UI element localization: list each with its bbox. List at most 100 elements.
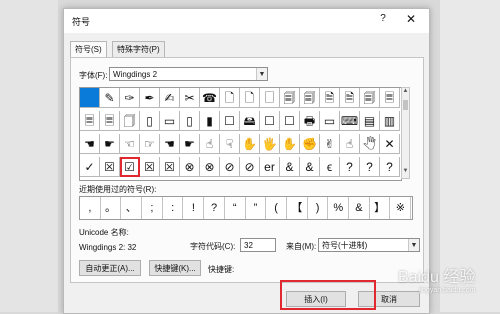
symbol-cell[interactable]: er — [260, 157, 280, 177]
help-button[interactable]: ? — [376, 13, 390, 29]
scroll-down-icon[interactable]: ▼ — [402, 168, 409, 178]
symbol-cell[interactable]: 🗐 — [300, 88, 320, 108]
symbol-cell[interactable]: ▯ — [180, 111, 200, 131]
recent-symbol-cell[interactable]: ? — [204, 197, 225, 219]
symbol-cell[interactable]: 🗏 — [100, 111, 120, 131]
watermark-text: Baidu 经验 — [398, 269, 476, 286]
symbol-cell[interactable]: ✂ — [180, 88, 200, 108]
close-button[interactable]: ✕ — [404, 12, 418, 28]
recent-symbol-cell[interactable]: ( — [266, 197, 287, 219]
symbol-grid-scrollbar[interactable]: ▲ ▼ — [401, 87, 410, 179]
symbol-cell[interactable]: 🗏 — [80, 111, 100, 131]
font-select[interactable]: Wingdings 2 ▼ — [109, 67, 268, 81]
symbol-cell[interactable]: ☒ — [140, 157, 160, 177]
symbol-cell[interactable]: ⊘ — [220, 157, 240, 177]
symbol-cell[interactable]: ▭ — [320, 111, 340, 131]
symbol-cell[interactable]: 🖐 — [260, 134, 280, 154]
recent-symbol-cell[interactable]: & — [349, 197, 370, 219]
symbol-cell[interactable]: ☐ — [260, 111, 280, 131]
symbol-cell[interactable] — [80, 88, 100, 108]
symbol-cell[interactable]: 🗐 — [280, 88, 300, 108]
symbol-cell[interactable]: ☐ — [220, 111, 240, 131]
symbol-cell[interactable]: ☝ — [340, 134, 360, 154]
recent-symbol-cell[interactable]: 、 — [121, 197, 143, 219]
symbol-cell[interactable]: 🗍 — [120, 111, 140, 131]
symbol-cell[interactable]: ✓ — [80, 157, 100, 177]
symbol-cell[interactable]: ✑ — [120, 88, 140, 108]
recent-symbol-cell[interactable]: , — [80, 197, 101, 219]
recent-symbol-cell[interactable]: : — [163, 197, 184, 219]
recent-symbol-cell[interactable]: ※ — [391, 197, 412, 219]
symbol-cell[interactable]: ☛ — [100, 134, 120, 154]
symbol-cell[interactable]: ϵ — [320, 157, 340, 177]
symbol-cell[interactable]: ✌ — [320, 134, 340, 154]
font-label: 字体(F): — [79, 71, 108, 80]
symbol-cell[interactable]: 🗋 — [220, 88, 240, 108]
symbol-cell[interactable]: ☛ — [180, 134, 200, 154]
symbol-cell[interactable]: ▥ — [380, 111, 400, 131]
symbol-cell[interactable]: 🖶 — [300, 111, 320, 131]
symbol-cell[interactable]: ☒ — [100, 157, 120, 177]
symbol-cell[interactable]: ☞ — [140, 134, 160, 154]
symbol-cell[interactable]: ⊘ — [240, 157, 260, 177]
symbol-cell[interactable]: ✋ — [240, 134, 260, 154]
recent-symbol-cell[interactable]: “ — [225, 197, 246, 219]
symbol-cell[interactable]: ✋ — [280, 134, 300, 154]
symbol-cell[interactable]: ☚ — [80, 134, 100, 154]
symbol-cell[interactable]: ☟ — [220, 134, 240, 154]
symbol-cell[interactable]: ▯ — [140, 111, 160, 131]
recent-symbol-cell[interactable]: ! — [184, 197, 205, 219]
recent-symbol-cell[interactable]: 【 — [287, 197, 308, 219]
symbol-cell[interactable]: ☎ — [200, 88, 220, 108]
symbol-cell[interactable]: ✒ — [140, 88, 160, 108]
symbol-cell[interactable]: ⌨ — [340, 111, 360, 131]
symbol-cell[interactable]: 🗏 — [380, 88, 400, 108]
title-bar: 符号 ? ✕ — [64, 9, 429, 33]
symbol-cell[interactable]: ▭ — [160, 111, 180, 131]
symbol-cell[interactable]: ▤ — [360, 111, 380, 131]
from-select[interactable]: 符号(十进制) ▼ — [318, 238, 420, 252]
baidu-watermark: Baidu 经验 jingyan.baidu.com — [398, 263, 475, 294]
symbol-cell[interactable]: ? — [360, 157, 380, 177]
symbol-cell[interactable]: ▮ — [200, 111, 220, 131]
recent-symbol-cell[interactable]: ” — [246, 197, 267, 219]
symbol-cell[interactable]: ✕ — [380, 134, 400, 154]
symbol-cell[interactable]: ☚ — [160, 134, 180, 154]
recent-symbol-cell[interactable]: 。 — [101, 197, 122, 219]
chevron-down-icon[interactable]: ▼ — [256, 68, 267, 80]
shortcut-key-button[interactable]: 快捷键(K)... — [149, 260, 201, 276]
symbol-cell[interactable]: ☜ — [120, 134, 140, 154]
symbol-cell[interactable]: 🗐 — [360, 88, 380, 108]
symbol-cell[interactable]: & — [280, 157, 300, 177]
autocorrect-button[interactable]: 自动更正(A)... — [79, 260, 141, 276]
scrollbar-thumb[interactable] — [403, 100, 408, 110]
symbol-cell[interactable]: 🗎 — [340, 88, 360, 108]
symbol-cell[interactable]: 🖑 — [360, 134, 380, 154]
recent-symbol-cell[interactable]: 】 — [370, 197, 391, 219]
symbol-cell[interactable]: ✍ — [160, 88, 180, 108]
tab-symbols[interactable]: 符号(S) — [70, 41, 107, 58]
symbol-cell[interactable]: ⊗ — [200, 157, 220, 177]
chevron-down-icon[interactable]: ▼ — [408, 239, 419, 251]
symbol-cell[interactable]: & — [300, 157, 320, 177]
symbol-cell[interactable]: 🗌 — [260, 88, 280, 108]
symbol-cell[interactable]: ✊ — [300, 134, 320, 154]
tab-special-characters[interactable]: 特殊字符(P) — [112, 41, 165, 57]
symbol-cell[interactable]: 🗋 — [240, 88, 260, 108]
symbol-cell[interactable]: ⊗ — [180, 157, 200, 177]
symbol-cell[interactable]: 🖴 — [240, 111, 260, 131]
recent-symbol-cell[interactable]: % — [328, 197, 350, 219]
symbol-cell[interactable]: ☑ — [120, 157, 140, 177]
recent-symbol-cell[interactable]: ) — [308, 197, 329, 219]
char-code-input[interactable]: 32 — [240, 238, 276, 252]
symbol-cell[interactable]: ☒ — [160, 157, 180, 177]
scroll-up-icon[interactable]: ▲ — [402, 88, 409, 98]
symbol-cell[interactable]: ☝ — [200, 134, 220, 154]
recent-symbol-cell[interactable]: ; — [142, 197, 163, 219]
from-label: 来自(M): — [286, 242, 317, 251]
symbol-cell[interactable]: ✎ — [100, 88, 120, 108]
symbol-cell[interactable]: ☐ — [280, 111, 300, 131]
symbol-cell[interactable]: ? — [380, 157, 400, 177]
symbol-cell[interactable]: ? — [340, 157, 360, 177]
symbol-cell[interactable]: 🗎 — [320, 88, 340, 108]
